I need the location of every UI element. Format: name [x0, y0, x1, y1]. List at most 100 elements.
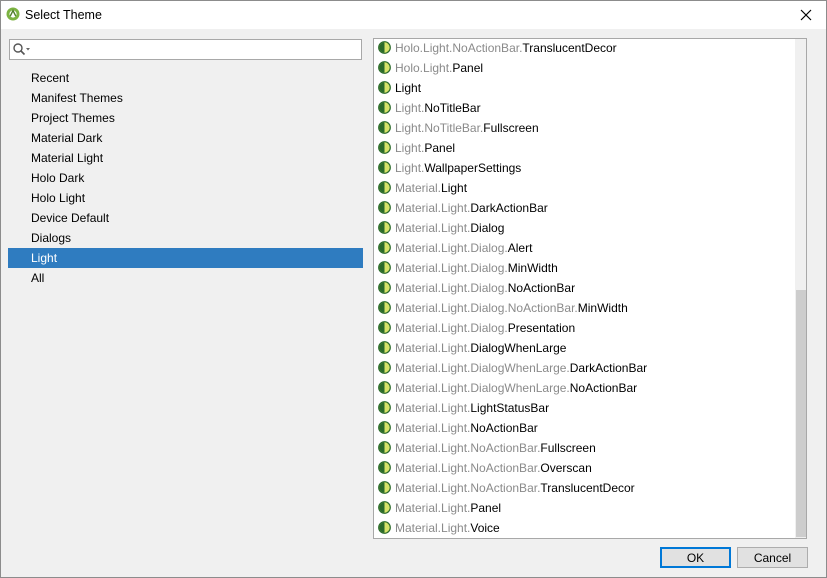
theme-icon: [378, 341, 391, 354]
scrollbar-thumb[interactable]: [796, 290, 806, 537]
theme-list-item[interactable]: Material.Light.Dialog.Alert: [374, 238, 794, 258]
theme-icon: [378, 141, 391, 154]
theme-list-item[interactable]: Light: [374, 78, 794, 98]
theme-name-prefix: Material.Light.: [395, 221, 471, 235]
theme-icon: [378, 161, 391, 174]
theme-list: Holo.Light.NoActionBar.TranslucentDecor H…: [374, 39, 794, 538]
category-item-material-light[interactable]: Material Light: [8, 148, 363, 168]
ok-button[interactable]: OK: [660, 547, 731, 568]
category-item-manifest-themes[interactable]: Manifest Themes: [8, 88, 363, 108]
close-button[interactable]: [791, 1, 821, 29]
theme-icon: [378, 61, 391, 74]
theme-name: Panel: [424, 141, 456, 155]
theme-name: Alert: [507, 241, 533, 255]
theme-name-prefix: Holo.Light.: [395, 61, 453, 75]
category-item-material-dark[interactable]: Material Dark: [8, 128, 363, 148]
theme-name: NoActionBar: [470, 421, 538, 435]
theme-list-item[interactable]: Material.Light.Dialog: [374, 218, 794, 238]
theme-list-item[interactable]: Material.Light.DarkActionBar: [374, 198, 794, 218]
theme-list-item[interactable]: Material.Light.Dialog.NoActionBar: [374, 278, 794, 298]
category-item-dialogs[interactable]: Dialogs: [8, 228, 363, 248]
category-item-recent[interactable]: Recent: [8, 68, 363, 88]
category-item-light[interactable]: Light: [8, 248, 363, 268]
theme-icon: [378, 401, 391, 414]
theme-name: DarkActionBar: [569, 361, 648, 375]
theme-icon: [378, 261, 391, 274]
theme-list-item[interactable]: Material.Light.DialogWhenLarge: [374, 338, 794, 358]
theme-name: WallpaperSettings: [424, 161, 522, 175]
theme-name-prefix: Material.Light.Dialog.NoActionBar.: [395, 301, 578, 315]
theme-list-item[interactable]: Material.Light.Dialog.Presentation: [374, 318, 794, 338]
theme-list-item[interactable]: Light.NoTitleBar.Fullscreen: [374, 118, 794, 138]
theme-name-prefix: Material.Light.DialogWhenLarge.: [395, 361, 570, 375]
theme-list-item[interactable]: Material.Light: [374, 178, 794, 198]
theme-icon: [378, 81, 391, 94]
theme-name-prefix: Material.Light.: [395, 501, 471, 515]
theme-name: Light: [441, 181, 468, 195]
theme-name: Dialog: [470, 221, 505, 235]
theme-name: MinWidth: [507, 261, 558, 275]
theme-list-item[interactable]: Material.Light.Voice: [374, 518, 794, 538]
theme-name: Fullscreen: [483, 121, 539, 135]
theme-list-item[interactable]: Material.Light.NoActionBar.Fullscreen: [374, 438, 794, 458]
theme-name-prefix: Light.: [395, 161, 425, 175]
theme-name: NoTitleBar: [424, 101, 481, 115]
theme-list-item[interactable]: Holo.Light.NoActionBar.TranslucentDecor: [374, 39, 794, 58]
category-item-device-default[interactable]: Device Default: [8, 208, 363, 228]
theme-list-item[interactable]: Material.Light.Dialog.MinWidth: [374, 258, 794, 278]
theme-name-prefix: Light.: [395, 141, 425, 155]
theme-name: Voice: [470, 521, 500, 535]
cancel-button[interactable]: Cancel: [737, 547, 808, 568]
theme-name-prefix: Material.Light.: [395, 421, 471, 435]
theme-icon: [378, 421, 391, 434]
theme-icon: [378, 441, 391, 454]
theme-icon: [378, 461, 391, 474]
theme-list-item[interactable]: Material.Light.NoActionBar.TranslucentDe…: [374, 478, 794, 498]
category-item-holo-dark[interactable]: Holo Dark: [8, 168, 363, 188]
theme-name: Panel: [470, 501, 502, 515]
theme-icon: [378, 221, 391, 234]
theme-list-item[interactable]: Material.Light.LightStatusBar: [374, 398, 794, 418]
theme-name-prefix: Material.Light.NoActionBar.: [395, 481, 541, 495]
window-title: Select Theme: [25, 8, 102, 22]
title-bar: Select Theme: [1, 1, 826, 29]
category-item-all[interactable]: All: [8, 268, 363, 288]
search-icon[interactable]: [12, 42, 32, 57]
theme-list-item[interactable]: Material.Light.NoActionBar.Overscan: [374, 458, 794, 478]
theme-list-item[interactable]: Light.WallpaperSettings: [374, 158, 794, 178]
theme-name-prefix: Material.Light.Dialog.: [395, 261, 508, 275]
theme-list-item[interactable]: Material.Light.Dialog.NoActionBar.MinWid…: [374, 298, 794, 318]
theme-icon: [378, 281, 391, 294]
theme-name-prefix: Material.Light.DialogWhenLarge.: [395, 381, 570, 395]
theme-name: NoActionBar: [569, 381, 638, 395]
theme-list-item[interactable]: Material.Light.Panel: [374, 498, 794, 518]
theme-name: DialogWhenLarge: [470, 341, 567, 355]
category-item-project-themes[interactable]: Project Themes: [8, 108, 363, 128]
theme-icon: [378, 361, 391, 374]
theme-list-item[interactable]: Material.Light.DialogWhenLarge.NoActionB…: [374, 378, 794, 398]
category-item-holo-light[interactable]: Holo Light: [8, 188, 363, 208]
theme-name-prefix: Material.Light.NoActionBar.: [395, 441, 541, 455]
search-input[interactable]: [34, 41, 359, 58]
theme-name: Light: [395, 81, 422, 95]
search-field[interactable]: [9, 39, 362, 60]
theme-list-item[interactable]: Material.Light.DialogWhenLarge.DarkActio…: [374, 358, 794, 378]
theme-name-prefix: Material.Light.: [395, 401, 471, 415]
theme-icon: [378, 381, 391, 394]
theme-list-item[interactable]: Light.NoTitleBar: [374, 98, 794, 118]
theme-name-prefix: Material.Light.NoActionBar.: [395, 461, 541, 475]
theme-list-item[interactable]: Holo.Light.Panel: [374, 58, 794, 78]
theme-list-item[interactable]: Material.Light.NoActionBar: [374, 418, 794, 438]
theme-list-item[interactable]: Light.Panel: [374, 138, 794, 158]
theme-name: Fullscreen: [540, 441, 596, 455]
theme-name: TranslucentDecor: [522, 41, 617, 55]
theme-name: NoActionBar: [507, 281, 576, 295]
theme-name: Presentation: [507, 321, 576, 335]
theme-icon: [378, 121, 391, 134]
theme-icon: [378, 201, 391, 214]
theme-icon: [378, 321, 391, 334]
theme-name: TranslucentDecor: [540, 481, 635, 495]
close-icon: [800, 9, 812, 21]
theme-icon: [378, 101, 391, 114]
theme-name: DarkActionBar: [470, 201, 548, 215]
